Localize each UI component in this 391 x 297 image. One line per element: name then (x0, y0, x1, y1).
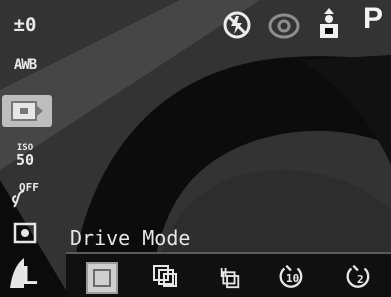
exposure-comp-value: ±0 (13, 14, 37, 36)
self-timer-2-label: 2 (357, 273, 364, 286)
iso-setting[interactable]: ISO 50 (6, 136, 44, 172)
macro-setting[interactable]: OFF (6, 180, 44, 212)
camera-screen: ±0 AWB ISO 50 OFF L P Drive Mode H 10 2 (0, 0, 391, 297)
self-timer-2-option[interactable]: 2 (343, 262, 371, 290)
image-size-setting[interactable]: L (6, 252, 44, 292)
settings-column: ±0 AWB ISO 50 OFF L (0, 0, 52, 297)
continuous-icon (153, 265, 177, 287)
menu-title: Drive Mode (70, 226, 191, 250)
single-shot-icon (93, 269, 111, 287)
red-eye-icon[interactable] (268, 13, 300, 39)
metering-icon (11, 101, 43, 121)
self-timer-10-option[interactable]: 10 (276, 262, 304, 290)
frame-focus-icon (13, 222, 37, 244)
iso-value: 50 (15, 151, 35, 169)
macro-off-label: OFF (19, 181, 39, 194)
metering-mode[interactable] (2, 95, 52, 127)
continuous-option[interactable] (151, 262, 179, 290)
self-timer-10-label: 10 (286, 272, 300, 285)
exposure-compensation[interactable]: ±0 (6, 10, 44, 40)
flash-off-icon[interactable] (222, 10, 252, 40)
drive-mode-options: H 10 2 (66, 252, 391, 297)
high-speed-continuous-icon (222, 271, 240, 289)
high-speed-continuous-option[interactable]: H (214, 262, 242, 290)
single-shot-option[interactable] (86, 262, 118, 294)
white-balance[interactable]: AWB (6, 50, 44, 80)
focus-frame-setting[interactable] (6, 218, 44, 248)
person-upload-icon[interactable] (318, 8, 340, 40)
shooting-mode-label[interactable]: P (363, 2, 383, 36)
white-balance-label: AWB (13, 57, 37, 73)
high-speed-label: H (220, 266, 228, 280)
image-size-letter: L (22, 260, 38, 290)
